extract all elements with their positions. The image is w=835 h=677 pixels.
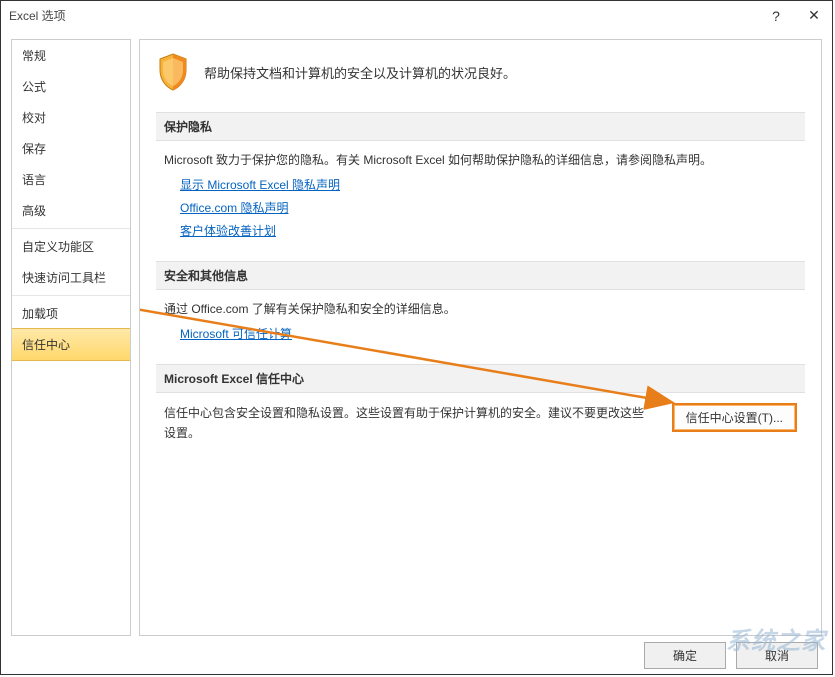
section-body-privacy: Microsoft 致力于保护您的隐私。有关 Microsoft Excel 如…: [156, 151, 805, 261]
dialog-footer: 确定 取消: [1, 636, 832, 674]
sidebar-item-label: 高级: [22, 204, 46, 218]
sidebar-item-label: 自定义功能区: [22, 240, 94, 254]
sidebar-item-label: 保存: [22, 142, 46, 156]
sidebar: 常规 公式 校对 保存 语言 高级 自定义功能区 快速访问工具栏 加载项 信任中…: [11, 39, 131, 636]
window-title: Excel 选项: [9, 7, 766, 24]
section-head-security: 安全和其他信息: [156, 261, 805, 290]
sidebar-item-label: 公式: [22, 80, 46, 94]
sidebar-item-language[interactable]: 语言: [12, 164, 130, 195]
trust-center-settings-button[interactable]: 信任中心设置(T)...: [672, 403, 797, 432]
section-body-security: 通过 Office.com 了解有关保护隐私和安全的详细信息。 Microsof…: [156, 300, 805, 364]
help-button[interactable]: ?: [766, 8, 786, 24]
section-head-trust-center: Microsoft Excel 信任中心: [156, 364, 805, 393]
excel-options-dialog: Excel 选项 ? ✕ 常规 公式 校对 保存 语言 高级 自定义功能区 快速…: [0, 0, 833, 675]
link-excel-privacy[interactable]: 显示 Microsoft Excel 隐私声明: [180, 176, 797, 193]
section-body-trust-center: 信任中心包含安全设置和隐私设置。这些设置有助于保护计算机的安全。建议不要更改这些…: [156, 403, 805, 460]
sidebar-item-general[interactable]: 常规: [12, 40, 130, 71]
sidebar-item-quick-access[interactable]: 快速访问工具栏: [12, 262, 130, 293]
sidebar-item-trust-center[interactable]: 信任中心: [11, 328, 131, 361]
trust-center-description: 信任中心包含安全设置和隐私设置。这些设置有助于保护计算机的安全。建议不要更改这些…: [164, 403, 652, 444]
sidebar-separator: [12, 228, 130, 229]
hero-row: 帮助保持文档和计算机的安全以及计算机的状况良好。: [156, 52, 805, 92]
dialog-body: 常规 公式 校对 保存 语言 高级 自定义功能区 快速访问工具栏 加载项 信任中…: [1, 31, 832, 636]
sidebar-separator: [12, 295, 130, 296]
sidebar-item-advanced[interactable]: 高级: [12, 195, 130, 226]
sidebar-item-customize-ribbon[interactable]: 自定义功能区: [12, 231, 130, 262]
security-description: 通过 Office.com 了解有关保护隐私和安全的详细信息。: [164, 300, 797, 317]
shield-icon: [156, 52, 190, 92]
cancel-button[interactable]: 取消: [736, 642, 818, 669]
sidebar-item-label: 语言: [22, 173, 46, 187]
sidebar-item-addins[interactable]: 加载项: [12, 298, 130, 329]
sidebar-item-label: 快速访问工具栏: [22, 271, 106, 285]
section-head-privacy: 保护隐私: [156, 112, 805, 141]
window-controls: ? ✕: [766, 7, 824, 24]
sidebar-item-label: 常规: [22, 49, 46, 63]
sidebar-item-label: 加载项: [22, 307, 58, 321]
link-trustworthy-computing[interactable]: Microsoft 可信任计算: [180, 325, 797, 342]
link-ceip[interactable]: 客户体验改善计划: [180, 222, 797, 239]
close-button[interactable]: ✕: [804, 7, 824, 24]
sidebar-item-formula[interactable]: 公式: [12, 71, 130, 102]
titlebar: Excel 选项 ? ✕: [1, 1, 832, 31]
sidebar-item-save[interactable]: 保存: [12, 133, 130, 164]
content-panel: 帮助保持文档和计算机的安全以及计算机的状况良好。 保护隐私 Microsoft …: [139, 39, 822, 636]
privacy-description: Microsoft 致力于保护您的隐私。有关 Microsoft Excel 如…: [164, 151, 797, 168]
sidebar-item-label: 校对: [22, 111, 46, 125]
hero-text: 帮助保持文档和计算机的安全以及计算机的状况良好。: [204, 63, 516, 82]
sidebar-item-proofing[interactable]: 校对: [12, 102, 130, 133]
sidebar-item-label: 信任中心: [22, 338, 70, 352]
ok-button[interactable]: 确定: [644, 642, 726, 669]
link-office-privacy[interactable]: Office.com 隐私声明: [180, 199, 797, 216]
